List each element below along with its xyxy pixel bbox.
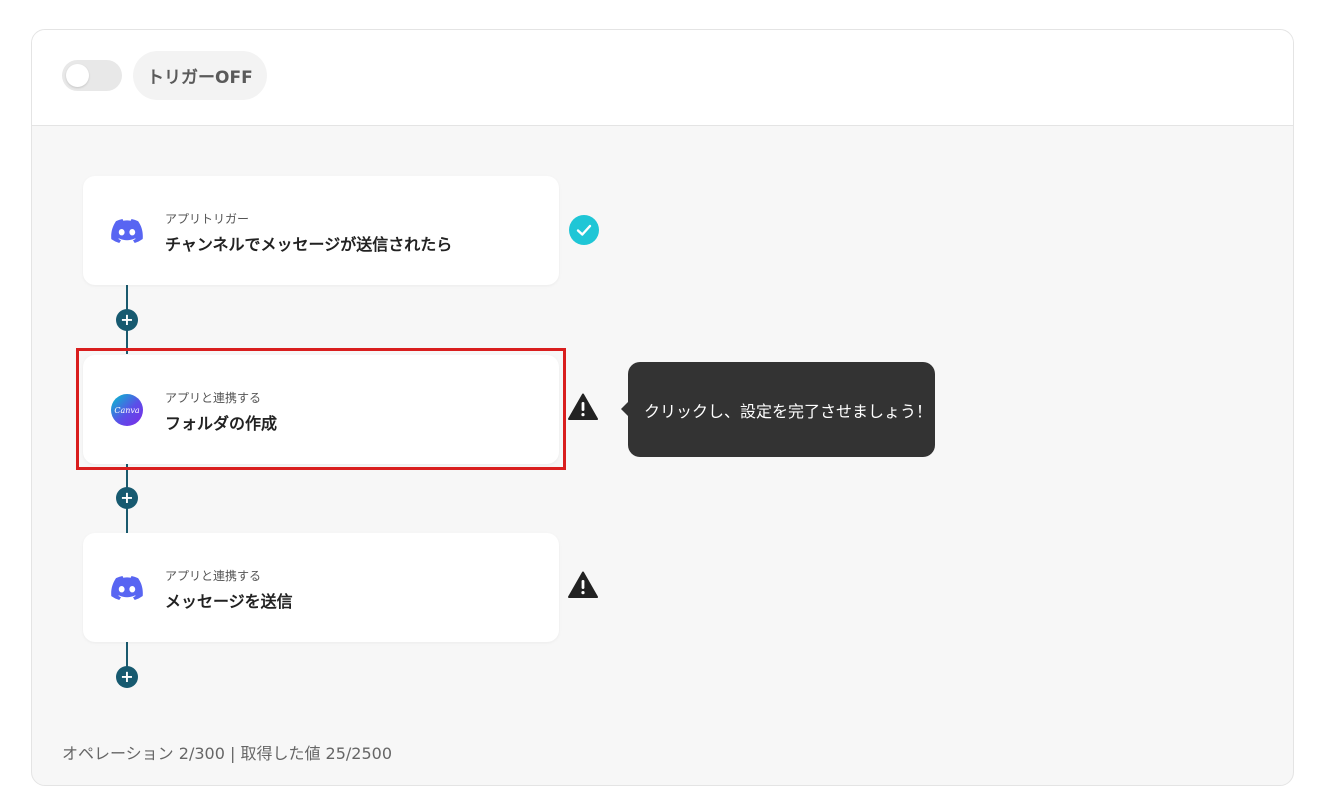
check-complete-icon xyxy=(569,215,599,245)
warning-icon xyxy=(568,570,598,600)
step-kind-label: アプリトリガー xyxy=(165,212,250,226)
step-title: フォルダの作成 xyxy=(165,414,278,433)
flow-topbar: トリガーOFF xyxy=(32,30,1293,126)
canva-logo-text: Canva xyxy=(114,406,140,415)
warning-icon xyxy=(568,392,598,422)
step-title: チャンネルでメッセージが送信されたら xyxy=(165,235,453,254)
step-card-trigger[interactable]: アプリトリガー チャンネルでメッセージが送信されたら xyxy=(83,176,559,285)
trigger-status-label: トリガーOFF xyxy=(133,51,267,100)
add-step-button[interactable]: + xyxy=(116,487,138,509)
step-card-canva[interactable]: Canva アプリと連携する フォルダの作成 xyxy=(83,355,559,464)
setup-hint-tooltip: クリックし、設定を完了させましょう！ xyxy=(628,362,935,457)
flow-panel: トリガーOFF + + + アプリトリガー チャンネルでメッセージが送信されたら xyxy=(31,29,1294,786)
step-kind-label: アプリと連携する xyxy=(165,569,262,583)
usage-counter: オペレーション 2/300 | 取得した値 25/2500 xyxy=(62,744,392,763)
step-card-send-message[interactable]: アプリと連携する メッセージを送信 xyxy=(83,533,559,642)
discord-icon xyxy=(110,214,144,248)
step-title: メッセージを送信 xyxy=(165,592,293,611)
discord-icon xyxy=(110,571,144,605)
add-step-button[interactable]: + xyxy=(116,309,138,331)
step-kind-label: アプリと連携する xyxy=(165,391,262,405)
toggle-knob xyxy=(66,64,89,87)
add-step-button[interactable]: + xyxy=(116,666,138,688)
trigger-toggle[interactable] xyxy=(62,60,122,91)
canva-icon: Canva xyxy=(110,393,144,427)
